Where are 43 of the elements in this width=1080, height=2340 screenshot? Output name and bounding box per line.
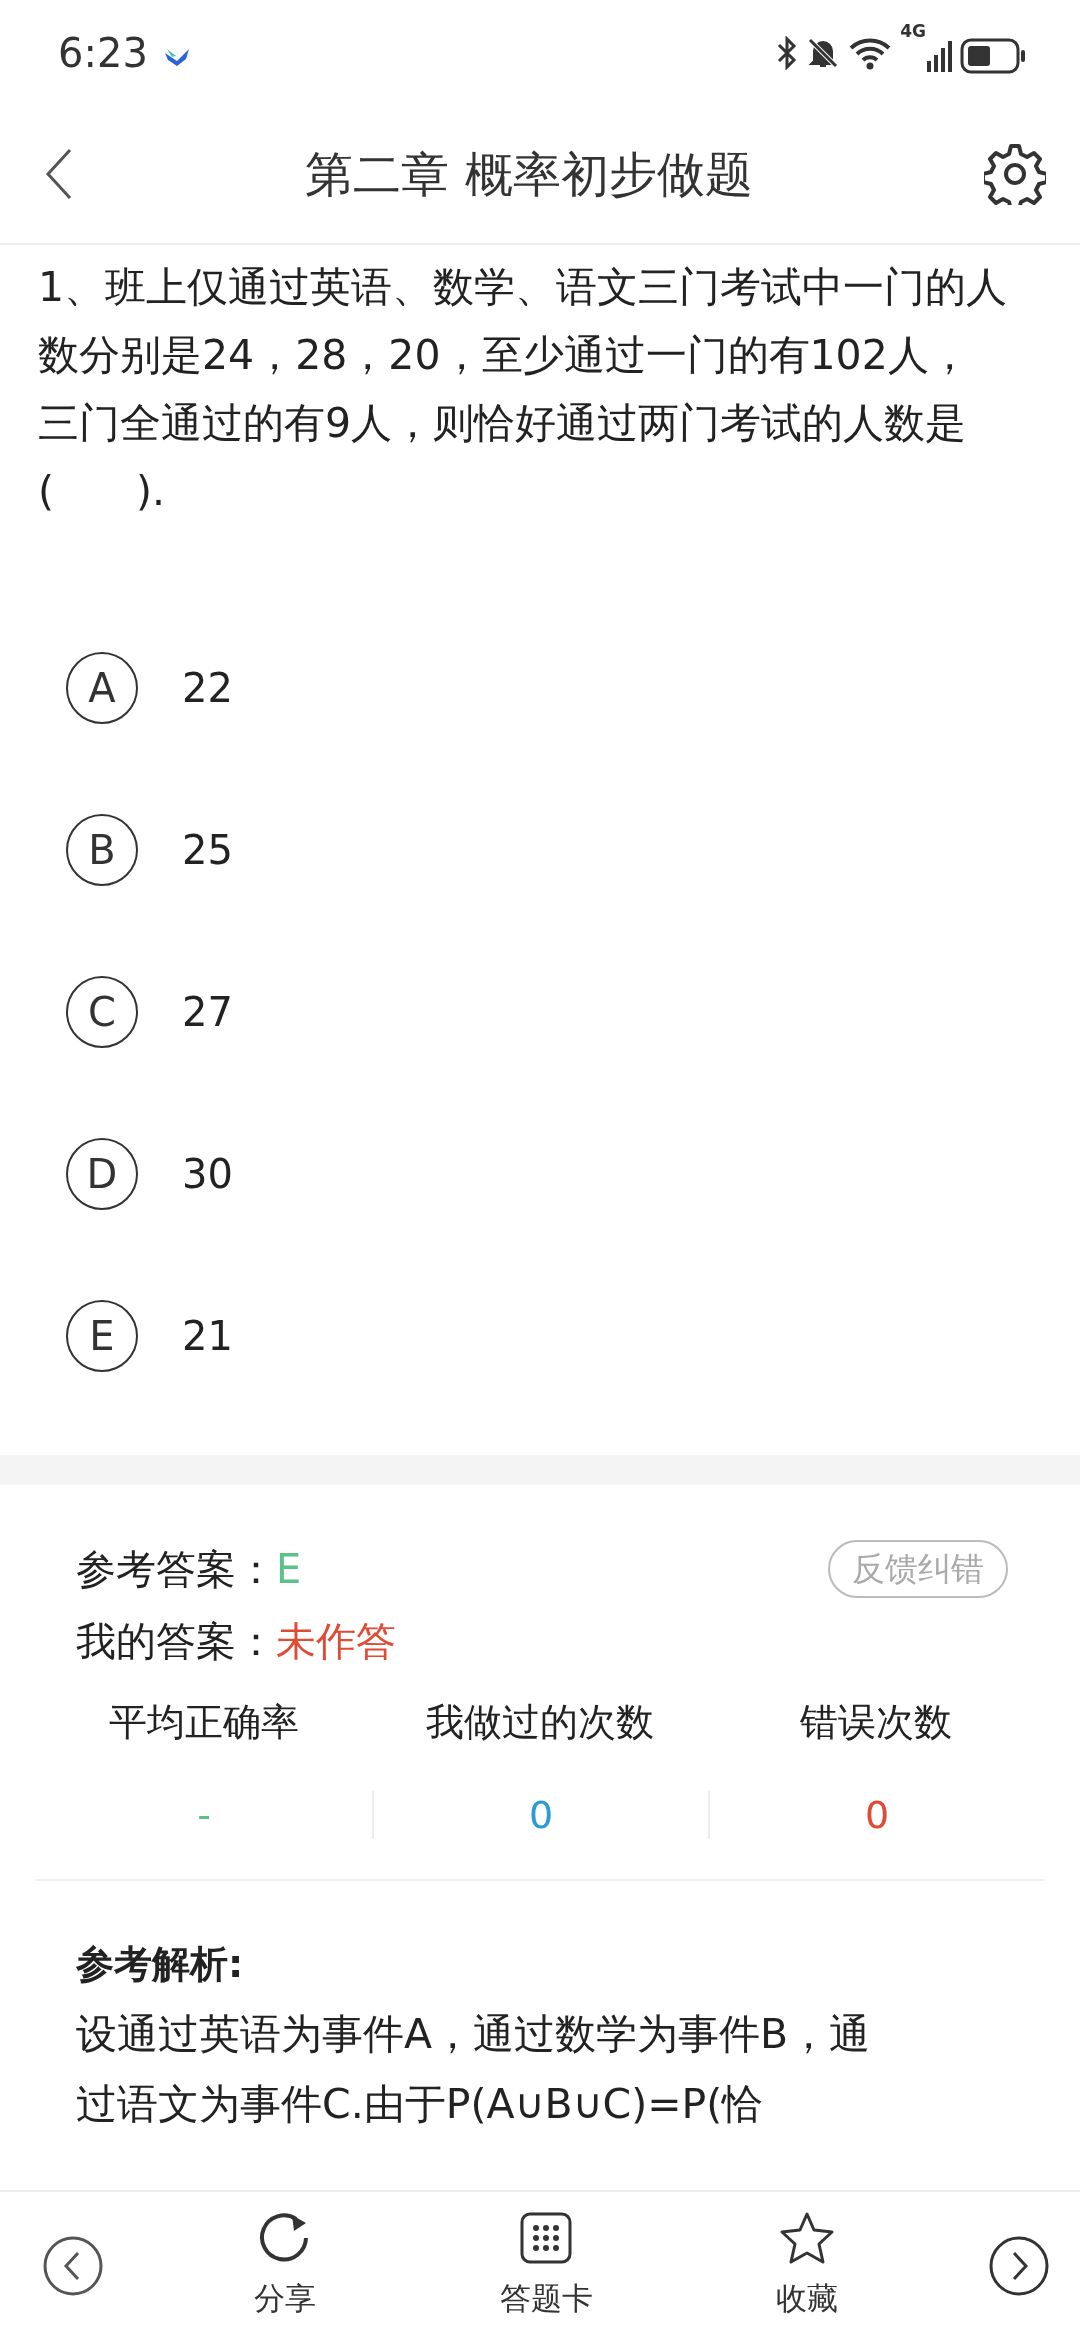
option-text: 21 (182, 1312, 233, 1361)
option-text: 30 (182, 1150, 233, 1199)
reference-answer: E (276, 1545, 302, 1594)
answer-option[interactable]: D 30 (66, 1093, 1080, 1255)
nav-button[interactable]: 收藏 (727, 2210, 887, 2322)
analysis-title: 参考解析: (76, 1941, 245, 1988)
page-title: 第二章 概率初步做题 (305, 145, 753, 204)
stat-value: 0 (864, 1793, 890, 1837)
stat-label: 我做过的次数 (426, 1698, 654, 1746)
stat-value: 0 (528, 1793, 554, 1837)
option-letter: B (66, 814, 138, 886)
option-letter: E (66, 1300, 138, 1372)
option-letter: A (66, 652, 138, 724)
stat-label: 平均正确率 (109, 1698, 299, 1746)
answer-option[interactable]: B 25 (66, 769, 1080, 931)
settings-button[interactable] (984, 143, 1046, 205)
analysis-text: 设通过英语为事件A，通过数学为事件B，通过语文为事件C.由于P(A∪B∪C)=P(恰 (76, 2009, 872, 2130)
option-text: 27 (182, 988, 233, 1037)
next-button[interactable] (988, 2235, 1050, 2297)
battery-icon (960, 37, 1026, 74)
my-answer: 未作答 (276, 1617, 396, 1666)
option-letter: C (66, 976, 138, 1048)
option-text: 22 (182, 664, 233, 713)
reference-answer-label: 参考答案： (76, 1545, 276, 1594)
option-text: 25 (182, 826, 233, 875)
answer-option[interactable]: C 27 (66, 931, 1080, 1093)
nav-button[interactable]: 答题卡 (466, 2210, 626, 2322)
option-letter: D (66, 1138, 138, 1210)
question-text: 1、班上仅通过英语、数学、语文三门考试中一门的人数分别是24，28，20，至少通过一门的有102人，三门全通过的有9人，则恰好通过两门考试的人数是( ). (37, 262, 1009, 517)
nav-button[interactable]: 分享 (205, 2210, 365, 2322)
back-button[interactable] (44, 146, 74, 202)
previous-button[interactable] (42, 2235, 104, 2297)
answer-option[interactable]: A 22 (66, 607, 1080, 769)
my-answer-label: 我的答案： (76, 1617, 276, 1666)
stat-label: 错误次数 (800, 1698, 952, 1746)
grid-icon (519, 2210, 573, 2265)
network-type: 4G (900, 22, 926, 40)
star-icon (779, 2210, 835, 2265)
stat-value: - (197, 1793, 211, 1837)
clock-time: 6:23 (58, 28, 148, 78)
answer-option[interactable]: E 21 (66, 1255, 1080, 1417)
signal-icon (926, 38, 952, 73)
bluetooth-icon (776, 35, 799, 70)
